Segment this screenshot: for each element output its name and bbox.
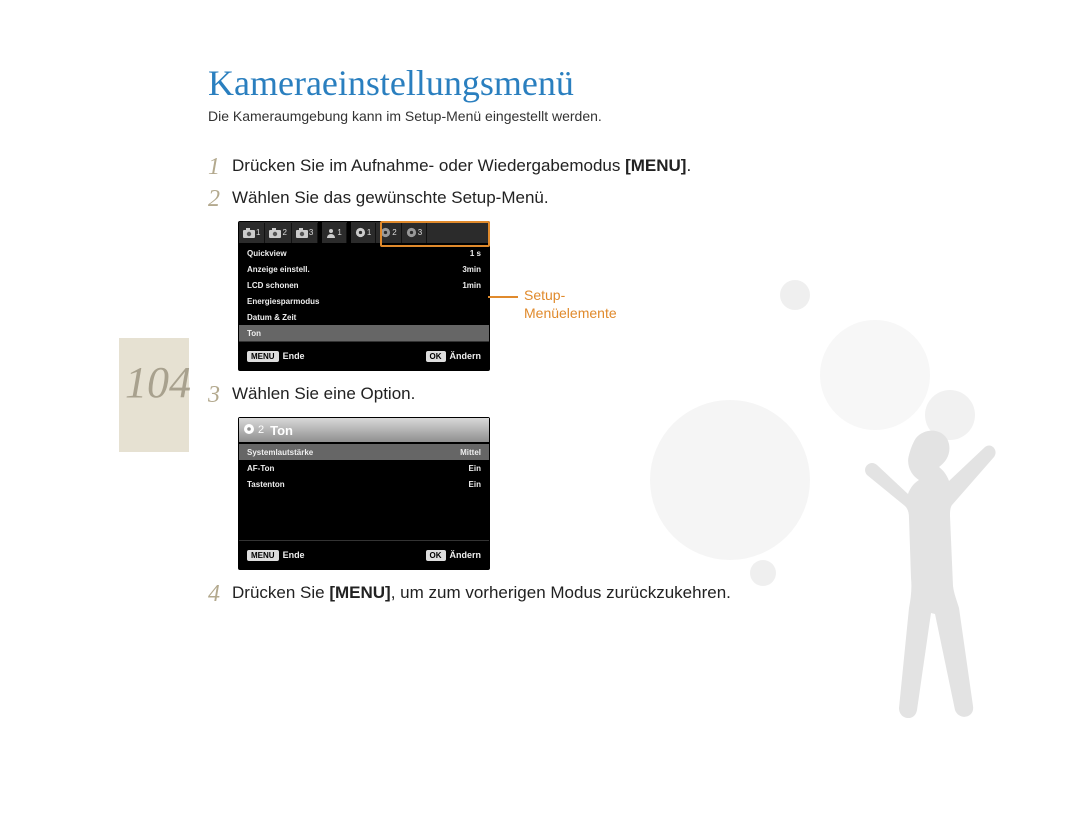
- step-1-bold: [MENU]: [625, 156, 686, 175]
- row-value: Ein: [469, 480, 481, 489]
- gear-icon: [380, 227, 391, 238]
- row-lcd-schonen[interactable]: LCD schonen 1min: [239, 277, 489, 293]
- step-4-post: , um zum vorherigen Modus zurückzukehren…: [391, 583, 731, 602]
- tab-camera-3-num: 3: [309, 228, 313, 237]
- menu-pill[interactable]: MENU: [247, 351, 279, 362]
- row-label: Systemlautstärke: [247, 448, 313, 457]
- sound-header-title: Ton: [270, 423, 293, 438]
- row-datum-zeit[interactable]: Datum & Zeit: [239, 309, 489, 325]
- row-label: AF-Ton: [247, 464, 274, 473]
- tab-gear-3[interactable]: 3: [402, 223, 427, 243]
- callout-line1: Setup-: [524, 287, 565, 303]
- callout-setup-label: Setup- Menüelemente: [524, 286, 617, 322]
- step-1-pre: Drücken Sie im Aufnahme- oder Wiedergabe…: [232, 156, 625, 175]
- tab-person-1[interactable]: 1: [322, 223, 346, 243]
- menu-pill-label: Ende: [283, 550, 305, 560]
- row-systemlaut[interactable]: Systemlautstärke Mittel: [239, 444, 489, 460]
- step-4-pre: Drücken Sie: [232, 583, 329, 602]
- row-value: 3min: [462, 265, 481, 274]
- row-value: 1 s: [470, 249, 481, 258]
- sound-header-num: 2: [258, 424, 264, 436]
- step-number-1: 1: [208, 155, 232, 179]
- menu-pill-label: Ende: [283, 351, 305, 361]
- tab-camera-3[interactable]: 3: [292, 223, 318, 243]
- person-icon: [326, 228, 336, 238]
- ok-pill[interactable]: OK: [426, 550, 446, 561]
- row-label: Energiesparmodus: [247, 297, 319, 306]
- step-number-2: 2: [208, 187, 232, 211]
- page-subtitle: Die Kameraumgebung kann im Setup-Menü ei…: [208, 108, 602, 124]
- row-label: Quickview: [247, 249, 287, 258]
- tab-gear-3-num: 3: [418, 228, 422, 237]
- step-1-post: .: [686, 156, 691, 175]
- row-label: Ton: [247, 329, 261, 338]
- tab-camera-1[interactable]: 1: [239, 223, 265, 243]
- row-label: LCD schonen: [247, 281, 299, 290]
- gear-icon: [243, 423, 255, 438]
- step-number-3: 3: [208, 383, 232, 407]
- row-af-ton[interactable]: AF-Ton Ein: [239, 460, 489, 476]
- footer-bar: MENU Ende OK Ändern: [239, 341, 489, 370]
- row-ton[interactable]: Ton: [239, 325, 489, 341]
- step-4-bold: [MENU]: [329, 583, 390, 602]
- ok-pill[interactable]: OK: [426, 351, 446, 362]
- tab-gear-1-num: 1: [367, 228, 371, 237]
- callout-line2: Menüelemente: [524, 305, 617, 321]
- row-label: Tastenton: [247, 480, 285, 489]
- row-label: Datum & Zeit: [247, 313, 296, 322]
- footer-bar-2: MENU Ende OK Ändern: [239, 540, 489, 569]
- child-silhouette-icon: [850, 430, 1000, 760]
- tab-gear-1[interactable]: 1: [351, 223, 376, 243]
- screen-sound-menu: 2 Ton Systemlautstärke Mittel AF-Ton Ein T…: [238, 417, 490, 570]
- gear-icon: [406, 227, 417, 238]
- tab-gear-2[interactable]: 2: [376, 223, 401, 243]
- sound-rows: Systemlautstärke Mittel AF-Ton Ein Tastent…: [239, 442, 489, 540]
- camera-icon: [243, 228, 255, 238]
- row-value: Ein: [469, 464, 481, 473]
- tab-person-1-num: 1: [337, 228, 341, 237]
- row-energiespar[interactable]: Energiesparmodus: [239, 293, 489, 309]
- row-tastenton[interactable]: Tastenton Ein: [239, 476, 489, 492]
- row-quickview[interactable]: Quickview 1 s: [239, 245, 489, 261]
- tab-camera-1-num: 1: [256, 228, 260, 237]
- gear-icon: [355, 227, 366, 238]
- tab-gear-2-num: 2: [392, 228, 396, 237]
- ok-pill-label: Ändern: [450, 351, 482, 361]
- page-number: 104: [125, 357, 191, 408]
- menu-pill[interactable]: MENU: [247, 550, 279, 561]
- callout-line: [488, 296, 518, 298]
- sound-header: 2 Ton: [239, 418, 489, 442]
- camera-icon: [296, 228, 308, 238]
- row-label: Anzeige einstell.: [247, 265, 310, 274]
- screen-setup-menu: 1 2 3 1 1: [238, 221, 490, 371]
- camera-icon: [269, 228, 281, 238]
- setup-rows: Quickview 1 s Anzeige einstell. 3min LCD s…: [239, 243, 489, 341]
- row-anzeige[interactable]: Anzeige einstell. 3min: [239, 261, 489, 277]
- step-1-text: Drücken Sie im Aufnahme- oder Wiedergabe…: [232, 155, 691, 178]
- tab-bar: 1 2 3 1 1: [239, 222, 489, 243]
- tab-camera-2[interactable]: 2: [265, 223, 291, 243]
- page-title: Kameraeinstellungsmenü: [208, 62, 574, 104]
- row-value: Mittel: [460, 448, 481, 457]
- step-number-4: 4: [208, 582, 232, 606]
- ok-pill-label: Ändern: [450, 550, 482, 560]
- row-value: 1min: [462, 281, 481, 290]
- step-2-text: Wählen Sie das gewünschte Setup-Menü.: [232, 187, 549, 210]
- tab-camera-2-num: 2: [282, 228, 286, 237]
- step-4-text: Drücken Sie [MENU], um zum vorherigen Mo…: [232, 582, 731, 605]
- step-3-text: Wählen Sie eine Option.: [232, 383, 415, 406]
